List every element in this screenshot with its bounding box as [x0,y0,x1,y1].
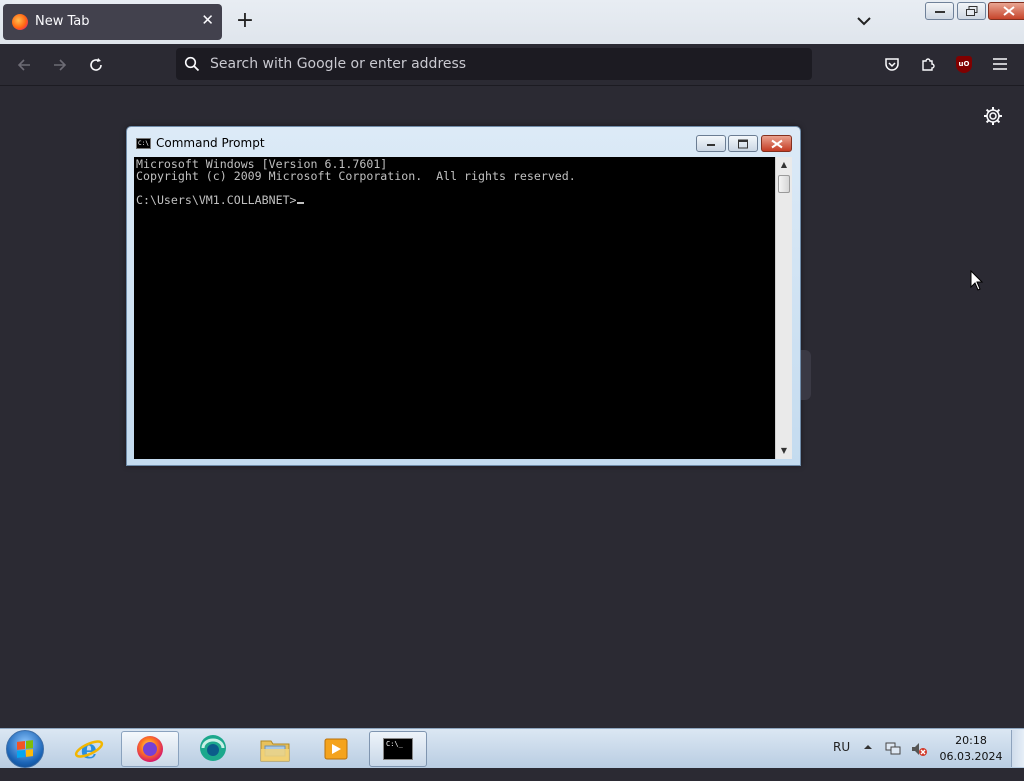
address-bar[interactable] [176,48,812,80]
close-icon [770,139,783,148]
new-tab-settings-button[interactable] [982,105,1004,127]
console-output[interactable]: Microsoft Windows [Version 6.1.7601] Cop… [134,157,775,459]
back-arrow-icon [17,59,30,71]
cmd-minimize-button[interactable] [696,135,726,152]
tab-title: New Tab [35,14,90,29]
svg-text:e: e [81,735,98,764]
tab-close-icon[interactable]: ✕ [201,11,214,29]
system-clock[interactable]: 20:18 06.03.2024 [938,733,1004,765]
pocket-icon [885,58,899,71]
show-desktop-button[interactable] [1011,730,1024,767]
restore-icon [965,6,977,16]
back-button[interactable] [11,52,37,78]
console-vertical-scrollbar[interactable]: ▲ ▼ [775,157,792,459]
gear-icon [984,107,1002,125]
window-restore-button[interactable] [957,2,986,20]
chevron-down-icon [857,17,871,26]
scroll-down-arrow-icon[interactable]: ▼ [776,443,792,459]
clock-date: 06.03.2024 [939,750,1003,763]
navigation-toolbar: uO [0,44,1024,86]
taskbar-media-player[interactable] [307,731,365,767]
show-hidden-icons-button[interactable] [862,741,874,781]
close-icon [1003,6,1015,16]
taskbar-app-green[interactable] [184,731,242,767]
new-tab-button[interactable]: + [234,8,256,34]
ublock-origin-button[interactable]: uO [952,52,976,76]
reload-button[interactable] [83,52,109,78]
pocket-button[interactable] [880,52,904,76]
network-tray-icon[interactable] [885,741,901,781]
command-prompt-window[interactable]: C:\ Command Prompt Microsoft Windows [Ve… [126,126,801,466]
mouse-pointer-icon [970,270,984,291]
browser-tab-strip: New Tab ✕ + [0,0,1024,44]
taskbar-windows-explorer[interactable] [246,731,304,767]
firefox-icon [137,736,163,762]
language-indicator[interactable]: RU [833,740,850,780]
minimize-icon [934,11,945,13]
hamburger-menu-icon [993,58,1007,70]
address-input[interactable] [210,53,790,75]
network-icon [885,742,901,755]
taskbar-firefox[interactable] [121,731,179,767]
windows-taskbar: e C:\_ RU 20:18 06.03.2024 [0,728,1024,768]
forward-button[interactable] [47,52,73,78]
clock-time: 20:18 [955,734,987,747]
firefox-favicon-icon [12,14,28,30]
folder-icon [260,740,290,762]
text-cursor [296,202,304,204]
media-player-icon [324,738,348,760]
console-prompt: C:\Users\VM1.COLLABNET> [136,193,297,207]
extensions-button[interactable] [916,52,940,76]
ublock-shield-icon: uO [956,55,972,73]
cmd-window-title: Command Prompt [156,136,265,150]
windows-logo-icon [17,740,33,758]
forward-arrow-icon [54,59,67,71]
reload-icon [90,58,102,71]
window-minimize-button[interactable] [925,2,954,20]
window-close-button[interactable] [988,2,1024,20]
window-edge-shadow [801,350,811,400]
command-prompt-icon: C:\_ [383,738,413,760]
maximize-icon [738,139,748,148]
scroll-up-arrow-icon[interactable]: ▲ [776,157,792,173]
scrollbar-thumb[interactable] [778,175,790,193]
chevron-up-icon [864,745,872,749]
start-button[interactable] [6,730,44,768]
cmd-title-icon: C:\ [136,138,151,149]
chat-bubble-app-icon [200,735,226,761]
search-icon [184,56,200,72]
puzzle-piece-icon [922,58,935,71]
taskbar-internet-explorer[interactable]: e [60,731,118,767]
tab-new-tab[interactable]: New Tab ✕ [3,4,222,40]
taskbar-command-prompt[interactable]: C:\_ [369,731,427,767]
console-line-copyright: Copyright (c) 2009 Microsoft Corporation… [136,169,576,183]
internet-explorer-icon: e [74,735,104,764]
list-all-tabs-button[interactable] [852,10,876,32]
volume-tray-icon[interactable] [910,741,928,781]
cmd-close-button[interactable] [761,135,792,152]
application-menu-button[interactable] [988,52,1012,76]
minimize-icon [707,143,715,146]
volume-muted-icon [912,743,927,756]
cmd-maximize-button[interactable] [728,135,758,152]
console-text: Microsoft Windows [Version 6.1.7601] Cop… [134,157,775,207]
